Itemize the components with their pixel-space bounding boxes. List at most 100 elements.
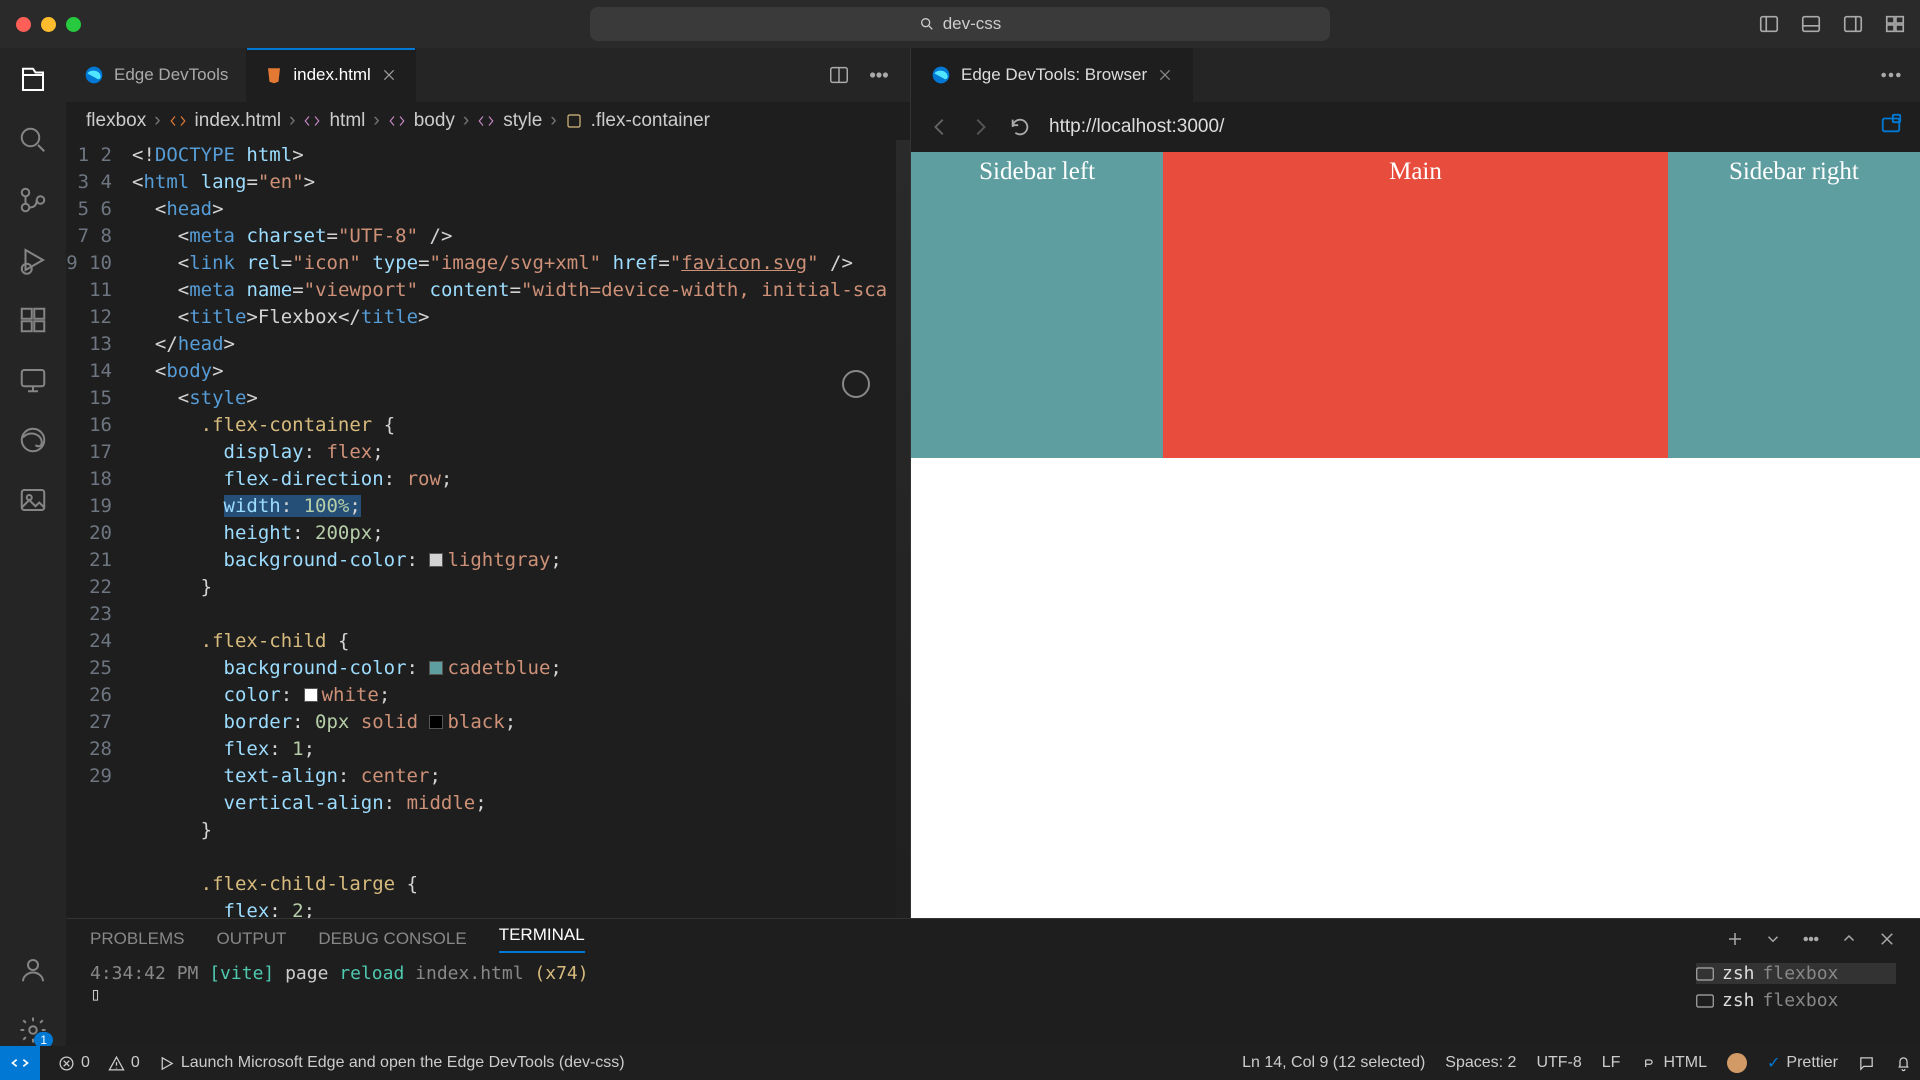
status-warnings[interactable]: 0: [108, 1054, 140, 1072]
breadcrumb-file[interactable]: index.html: [195, 110, 282, 132]
tab-output[interactable]: OUTPUT: [216, 929, 286, 949]
maximize-window-icon[interactable]: [66, 17, 81, 32]
more-icon[interactable]: [868, 64, 890, 86]
account-icon[interactable]: [17, 954, 49, 986]
tab-index-html[interactable]: index.html: [247, 48, 415, 102]
window-controls: [16, 17, 81, 32]
settings-icon[interactable]: [17, 1014, 49, 1046]
editor-actions: [808, 48, 910, 102]
tab-problems[interactable]: PROBLEMS: [90, 929, 184, 949]
browser-back-icon[interactable]: [929, 116, 951, 138]
browser-tab-row: Edge DevTools: Browser: [911, 48, 1920, 102]
chevron-right-icon: ›: [289, 110, 295, 132]
remote-indicator[interactable]: [0, 1046, 40, 1080]
layout-grid-icon[interactable]: [1884, 13, 1906, 35]
close-panel-icon[interactable]: [1878, 930, 1896, 948]
remote-explorer-icon[interactable]: [17, 364, 49, 396]
reload-icon[interactable]: [1009, 116, 1031, 138]
html-file-icon: [169, 112, 187, 130]
status-encoding[interactable]: UTF-8: [1536, 1054, 1581, 1072]
tag-icon: [303, 112, 321, 130]
project-name: dev-css: [943, 14, 1002, 34]
html-file-icon: [265, 66, 283, 84]
minimize-window-icon[interactable]: [41, 17, 56, 32]
breadcrumb[interactable]: flexbox › index.html › html › body › sty…: [66, 102, 910, 140]
breadcrumb-folder[interactable]: flexbox: [86, 110, 146, 132]
maximize-panel-icon[interactable]: [1840, 930, 1858, 948]
breadcrumb-body[interactable]: body: [414, 110, 455, 132]
status-prettier[interactable]: ✓Prettier: [1767, 1053, 1838, 1073]
minimap[interactable]: [896, 140, 910, 1046]
panel-tabs: PROBLEMS OUTPUT DEBUG CONSOLE TERMINAL: [66, 919, 1920, 959]
preview-sidebar-right: Sidebar right: [1668, 152, 1920, 458]
panel-left-icon[interactable]: [1758, 13, 1780, 35]
preview-sidebar-left: Sidebar left: [911, 152, 1163, 458]
terminal-session[interactable]: zsh flexbox: [1696, 963, 1896, 984]
more-icon[interactable]: [1802, 930, 1820, 948]
tab-debug-console[interactable]: DEBUG CONSOLE: [318, 929, 466, 949]
panel-right-icon[interactable]: [1842, 13, 1864, 35]
edge-icon: [931, 65, 951, 85]
chevron-right-icon: ›: [154, 110, 160, 132]
copilot-icon[interactable]: [1727, 1053, 1747, 1073]
terminal-icon: [1696, 967, 1714, 981]
status-errors[interactable]: 0: [58, 1054, 90, 1072]
terminal-sessions: zsh flexbox zsh flexbox: [1696, 963, 1896, 1042]
code-editor[interactable]: 1 2 3 4 5 6 7 8 9 10 11 12 13 14 15 16 1…: [66, 140, 910, 1046]
image-icon[interactable]: [17, 484, 49, 516]
screenshot-icon[interactable]: [1880, 113, 1902, 141]
panel-bottom-icon[interactable]: [1800, 13, 1822, 35]
class-icon: [565, 112, 583, 130]
edge-icon: [84, 65, 104, 85]
browser-more[interactable]: [1862, 48, 1920, 102]
title-bar: dev-css: [0, 0, 1920, 48]
terminal-session[interactable]: zsh flexbox: [1696, 990, 1896, 1011]
status-cursor[interactable]: Ln 14, Col 9 (12 selected): [1242, 1054, 1425, 1072]
line-gutter: 1 2 3 4 5 6 7 8 9 10 11 12 13 14 15 16 1…: [66, 140, 130, 1046]
preview-viewport[interactable]: Sidebar left Main Sidebar right: [911, 152, 1920, 1002]
new-terminal-icon[interactable]: [1726, 930, 1744, 948]
activity-bar: [0, 48, 66, 1046]
split-editor-icon[interactable]: [828, 64, 850, 86]
terminal-body[interactable]: 4:34:42 PM [vite] page reload index.html…: [66, 959, 1920, 1046]
status-language[interactable]: HTML: [1640, 1054, 1707, 1072]
browser-tab-label: Edge DevTools: Browser: [961, 65, 1147, 85]
breadcrumb-selector[interactable]: .flex-container: [591, 110, 710, 132]
log-time: 4:34:42 PM: [90, 963, 198, 984]
command-center[interactable]: dev-css: [590, 7, 1330, 41]
terminal-prompt: ▯: [90, 984, 101, 1005]
status-launch[interactable]: Launch Microsoft Edge and open the Edge …: [158, 1054, 625, 1072]
explorer-icon[interactable]: [17, 64, 49, 96]
panel-actions: [1726, 930, 1896, 948]
extensions-icon[interactable]: [17, 304, 49, 336]
bell-icon[interactable]: [1895, 1055, 1912, 1072]
breadcrumb-html[interactable]: html: [329, 110, 365, 132]
close-icon[interactable]: [1157, 67, 1173, 83]
status-eol[interactable]: LF: [1602, 1054, 1621, 1072]
code-content[interactable]: <!DOCTYPE html> <html lang="en"> <head> …: [130, 140, 910, 1046]
debug-icon[interactable]: [17, 244, 49, 276]
tab-browser[interactable]: Edge DevTools: Browser: [911, 48, 1193, 102]
tab-label: index.html: [293, 65, 370, 85]
preview-main: Main: [1163, 152, 1668, 458]
terminal-output: 4:34:42 PM [vite] page reload index.html…: [90, 963, 1688, 1042]
source-control-icon[interactable]: [17, 184, 49, 216]
browser-forward-icon[interactable]: [969, 116, 991, 138]
flex-container-preview: Sidebar left Main Sidebar right: [911, 152, 1920, 458]
tab-edge-devtools[interactable]: Edge DevTools: [66, 48, 247, 102]
close-icon[interactable]: [381, 67, 397, 83]
chevron-down-icon[interactable]: [1764, 930, 1782, 948]
close-window-icon[interactable]: [16, 17, 31, 32]
layout-controls: [1758, 13, 1906, 35]
edge-tools-icon[interactable]: [17, 424, 49, 456]
bottom-panel: PROBLEMS OUTPUT DEBUG CONSOLE TERMINAL 4…: [66, 918, 1920, 1046]
url-field[interactable]: http://localhost:3000/: [1049, 116, 1862, 138]
feedback-icon[interactable]: [1858, 1055, 1875, 1072]
breadcrumb-style[interactable]: style: [503, 110, 542, 132]
tab-terminal[interactable]: TERMINAL: [499, 925, 585, 953]
editor-group: Edge DevTools index.html flexbox › index…: [66, 48, 910, 1046]
status-spaces[interactable]: Spaces: 2: [1445, 1054, 1516, 1072]
editor-tabs: Edge DevTools index.html: [66, 48, 910, 102]
breakpoint-indicator-icon: [842, 370, 870, 398]
search-icon[interactable]: [17, 124, 49, 156]
